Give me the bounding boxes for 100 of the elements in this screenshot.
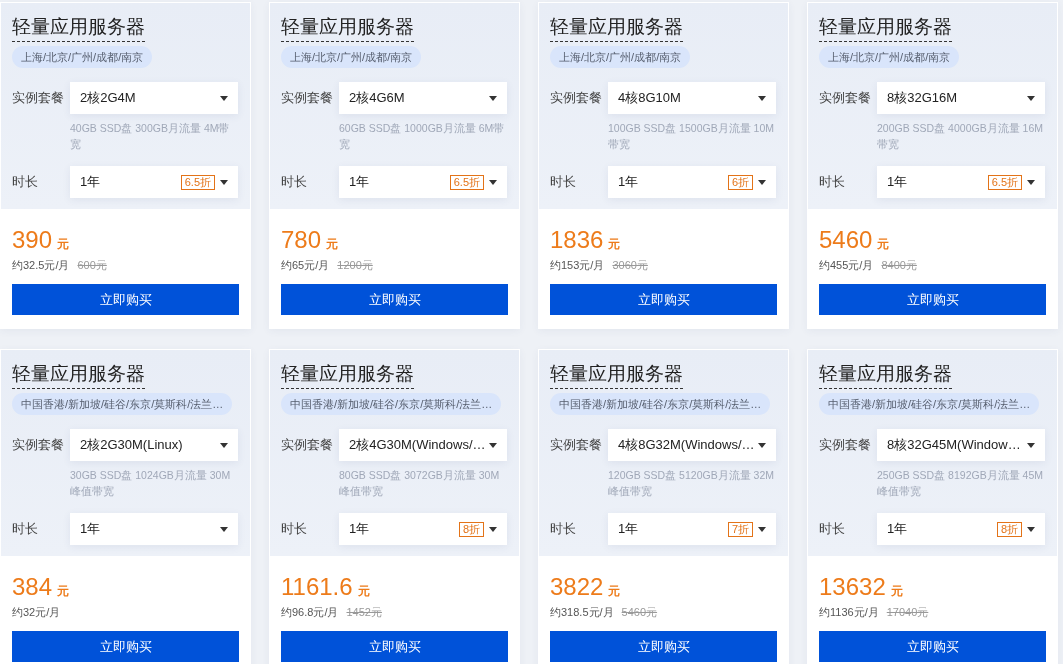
region-tag: 中国香港/新加坡/硅谷/东京/莫斯科/法兰… — [819, 393, 1040, 415]
caret-icon — [758, 442, 766, 448]
duration-select[interactable]: 1年 7折 — [608, 513, 776, 545]
region-tag: 上海/北京/广州/成都/南京 — [12, 46, 153, 68]
caret-icon — [489, 179, 497, 185]
plan-label: 实例套餐 — [819, 436, 872, 454]
duration-select[interactable]: 1年 8折 — [877, 513, 1045, 545]
price: 13632 — [819, 572, 886, 602]
duration-label: 时长 — [550, 173, 577, 191]
plan-label: 实例套餐 — [550, 89, 603, 107]
caret-icon — [758, 95, 766, 101]
plan-select[interactable]: 8核32G45M(Window… — [877, 429, 1045, 461]
product-title: 轻量应用服务器 — [550, 15, 683, 42]
price: 384 — [12, 572, 53, 602]
product-title: 轻量应用服务器 — [281, 362, 414, 389]
plan-label: 实例套餐 — [819, 89, 872, 107]
buy-button[interactable]: 立即购买 — [550, 631, 777, 662]
price: 780 — [281, 225, 322, 255]
currency: 元 — [608, 583, 621, 600]
buy-button[interactable]: 立即购买 — [550, 284, 777, 315]
caret-icon — [1027, 95, 1035, 101]
plan-spec: 250GB SSD盘 8192GB月流量 45M峰值带宽 — [877, 468, 1044, 499]
duration-select[interactable]: 1年 6折 — [608, 166, 776, 198]
buy-button[interactable]: 立即购买 — [281, 284, 508, 315]
buy-button[interactable]: 立即购买 — [819, 631, 1046, 662]
caret-icon — [489, 95, 497, 101]
region-tag: 上海/北京/广州/成都/南京 — [281, 46, 422, 68]
duration-select[interactable]: 1年 6.5折 — [339, 166, 507, 198]
caret-icon — [1027, 442, 1035, 448]
caret-icon — [758, 526, 766, 532]
monthly-price: 约318.5元/月 — [550, 605, 614, 620]
currency: 元 — [57, 583, 70, 600]
region-tag: 中国香港/新加坡/硅谷/东京/莫斯科/法兰… — [281, 393, 502, 415]
caret-icon — [1027, 179, 1035, 185]
price: 5460 — [819, 225, 873, 255]
discount-badge: 6.5折 — [449, 174, 484, 190]
caret-icon — [220, 179, 228, 185]
discount-badge: 6折 — [727, 174, 753, 190]
discount-badge: 6.5折 — [987, 174, 1022, 190]
buy-button[interactable]: 立即购买 — [12, 284, 239, 315]
buy-button[interactable]: 立即购买 — [819, 284, 1046, 315]
currency: 元 — [890, 583, 903, 600]
duration-label: 时长 — [12, 173, 39, 191]
plan-spec: 120GB SSD盘 5120GB月流量 32M峰值带宽 — [608, 468, 775, 499]
duration-select[interactable]: 1年 6.5折 — [877, 166, 1045, 198]
plan-spec: 200GB SSD盘 4000GB月流量 16M带宽 — [877, 121, 1044, 152]
discount-badge: 7折 — [727, 521, 753, 537]
original-price: 8400元 — [881, 258, 917, 273]
plan-select[interactable]: 4核8G10M — [608, 82, 776, 114]
discount-badge: 8折 — [458, 521, 484, 537]
plan-label: 实例套餐 — [281, 89, 334, 107]
plan-select[interactable]: 4核8G32M(Windows/… — [608, 429, 776, 461]
original-price: 5460元 — [621, 605, 658, 620]
monthly-price: 约455元/月 — [819, 258, 874, 273]
duration-select[interactable]: 1年 8折 — [339, 513, 507, 545]
product-title: 轻量应用服务器 — [12, 362, 145, 389]
duration-label: 时长 — [819, 173, 846, 191]
original-price: 1452元 — [346, 605, 382, 620]
price: 3822 — [550, 572, 604, 602]
plan-label: 实例套餐 — [12, 89, 65, 107]
caret-icon — [489, 442, 497, 448]
region-tag: 中国香港/新加坡/硅谷/东京/莫斯科/法兰… — [12, 393, 233, 415]
duration-label: 时长 — [281, 520, 308, 538]
region-tag: 上海/北京/广州/成都/南京 — [819, 46, 960, 68]
duration-label: 时长 — [12, 520, 39, 538]
plan-spec: 80GB SSD盘 3072GB月流量 30M峰值带宽 — [339, 468, 501, 499]
buy-button[interactable]: 立即购买 — [281, 631, 508, 662]
product-title: 轻量应用服务器 — [819, 15, 952, 42]
duration-select[interactable]: 1年 — [70, 513, 238, 545]
discount-badge: 6.5折 — [180, 174, 215, 190]
currency: 元 — [57, 236, 70, 253]
monthly-price: 约96.8元/月 — [281, 605, 339, 620]
region-tag: 上海/北京/广州/成都/南京 — [550, 46, 691, 68]
caret-icon — [489, 526, 497, 532]
price: 1836 — [550, 225, 604, 255]
original-price: 600元 — [77, 258, 107, 273]
plan-select[interactable]: 2核2G30M(Linux) — [70, 429, 238, 461]
product-title: 轻量应用服务器 — [819, 362, 952, 389]
caret-icon — [220, 526, 228, 532]
duration-label: 时长 — [819, 520, 846, 538]
plan-label: 实例套餐 — [550, 436, 603, 454]
monthly-price: 约32元/月 — [12, 605, 61, 620]
original-price: 1200元 — [337, 258, 373, 273]
monthly-price: 约153元/月 — [550, 258, 605, 273]
duration-select[interactable]: 1年 6.5折 — [70, 166, 238, 198]
product-title: 轻量应用服务器 — [12, 15, 145, 42]
plan-spec: 30GB SSD盘 1024GB月流量 30M峰值带宽 — [70, 468, 232, 499]
plan-spec: 60GB SSD盘 1000GB月流量 6M带宽 — [339, 121, 506, 152]
duration-label: 时长 — [281, 173, 308, 191]
plan-select[interactable]: 2核4G30M(Windows/… — [339, 429, 507, 461]
plan-select[interactable]: 2核2G4M — [70, 82, 238, 114]
caret-icon — [220, 442, 228, 448]
original-price: 17040元 — [886, 605, 929, 620]
plan-select[interactable]: 8核32G16M — [877, 82, 1045, 114]
buy-button[interactable]: 立即购买 — [12, 631, 239, 662]
plan-select[interactable]: 2核4G6M — [339, 82, 507, 114]
product-title: 轻量应用服务器 — [281, 15, 414, 42]
region-tag: 中国香港/新加坡/硅谷/东京/莫斯科/法兰… — [550, 393, 771, 415]
currency: 元 — [357, 583, 370, 600]
monthly-price: 约65元/月 — [281, 258, 330, 273]
